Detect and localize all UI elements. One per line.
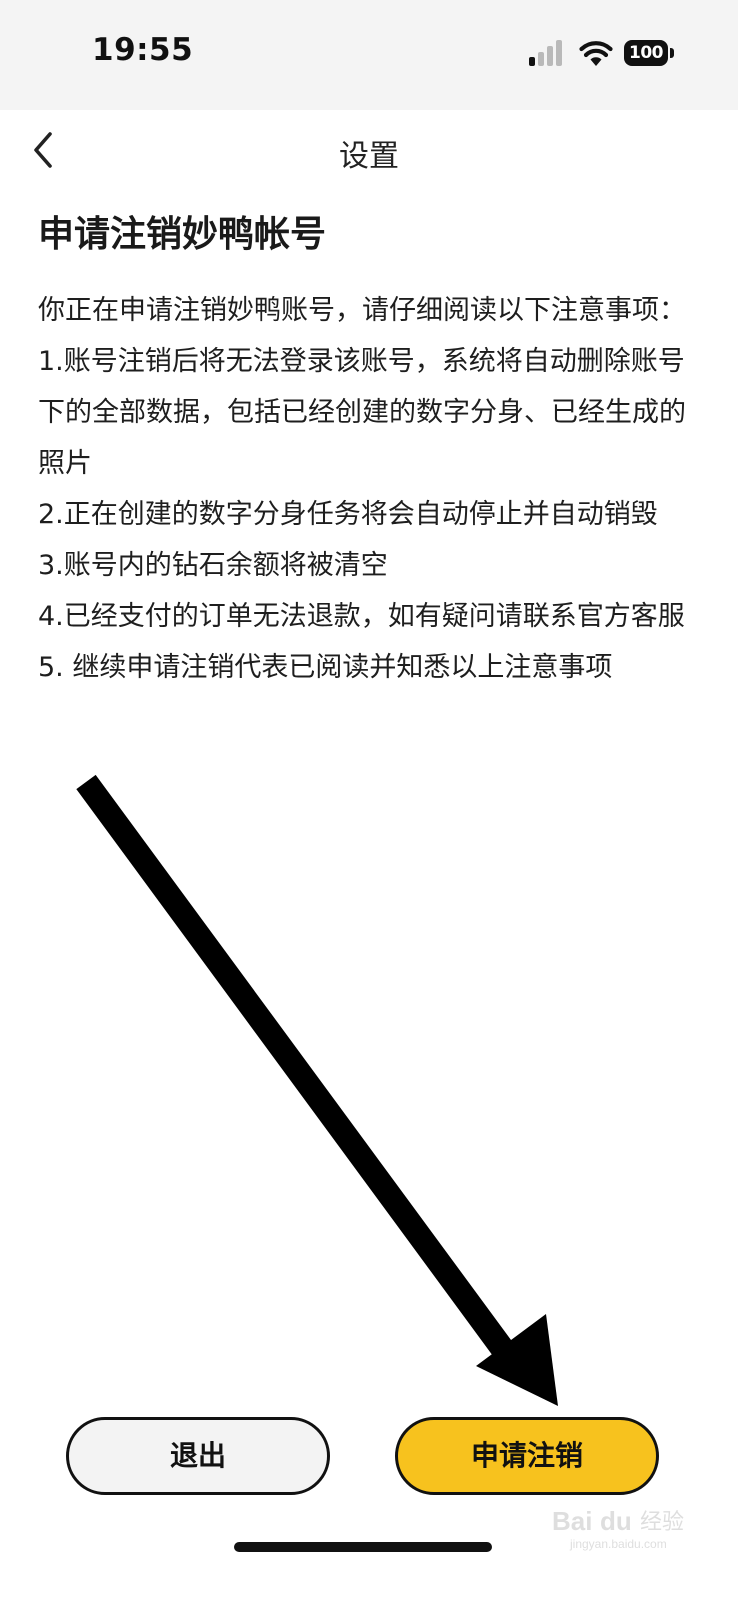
svg-text:jingyan.baidu.com: jingyan.baidu.com: [569, 1537, 667, 1551]
page-title: 设置: [339, 139, 399, 174]
notice-intro: 你正在申请注销妙鸭账号，请仔细阅读以下注意事项：: [38, 295, 686, 326]
svg-text:Bai: Bai: [552, 1506, 592, 1536]
notice-content: 申请注销妙鸭帐号 你正在申请注销妙鸭账号，请仔细阅读以下注意事项： 1.账号注销…: [38, 208, 703, 693]
notice-item-4: 4.已经支付的订单无法退款，如有疑问请联系官方客服: [38, 601, 685, 632]
svg-text:经验: 经验: [640, 1510, 684, 1535]
notice-heading: 申请注销妙鸭帐号: [38, 214, 327, 255]
baidu-jingyan-watermark: Bai du 经验 jingyan.baidu.com: [552, 1506, 684, 1551]
notice-item-1: 1.账号注销后将无法登录该账号，系统将自动删除账号下的全部数据，包括已经创建的数…: [38, 346, 686, 479]
nav-bar: 设置: [0, 110, 738, 190]
battery-icon: 100: [624, 40, 674, 66]
notice-item-3: 3.账号内的钻石余额将被清空: [38, 550, 388, 581]
battery-tip: [670, 48, 674, 58]
notice-item-5: 5. 继续申请注销代表已阅读并知悉以上注意事项: [38, 652, 613, 683]
signal-icon: [529, 40, 562, 66]
exit-button[interactable]: 退出: [66, 1417, 330, 1495]
wifi-icon: [579, 41, 613, 66]
battery-level: 100: [624, 40, 668, 66]
status-time: 19:55: [92, 32, 194, 68]
apply-cancel-account-button[interactable]: 申请注销: [395, 1417, 659, 1495]
home-indicator[interactable]: [234, 1542, 492, 1552]
svg-text:du: du: [600, 1506, 632, 1536]
notice-item-2: 2.正在创建的数字分身任务将会自动停止并自动销毁: [38, 499, 658, 530]
status-bar: 19:55 100: [0, 0, 738, 110]
